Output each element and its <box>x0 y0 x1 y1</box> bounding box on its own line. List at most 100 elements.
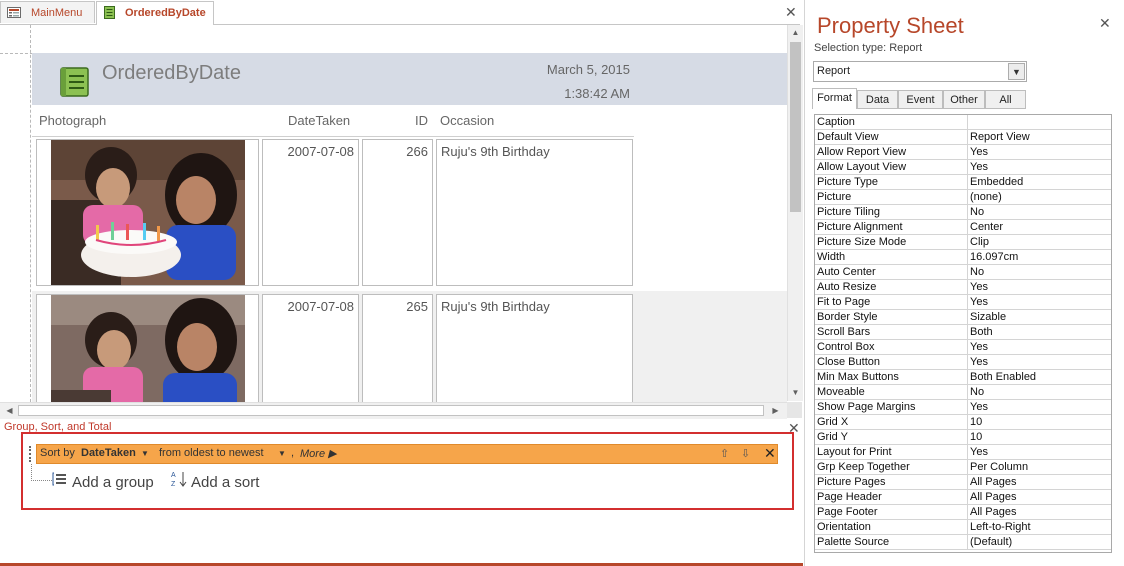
sort-order-dropdown[interactable]: from oldest to newest <box>159 447 264 459</box>
id-field[interactable]: 265 <box>362 294 433 402</box>
property-row[interactable]: Close Button Yes <box>815 355 1111 370</box>
photo-field[interactable] <box>36 294 259 402</box>
property-row[interactable]: Fit to Page Yes <box>815 295 1111 310</box>
drag-handle[interactable] <box>29 446 34 462</box>
horizontal-scroll-thumb[interactable] <box>18 405 764 416</box>
close-document-icon[interactable]: ✕ <box>785 5 797 19</box>
property-row[interactable]: Show Page Margins Yes <box>815 400 1111 415</box>
property-value[interactable]: Embedded <box>970 175 1023 189</box>
close-property-sheet-icon[interactable]: ✕ <box>1099 16 1111 30</box>
add-group-icon[interactable] <box>52 472 68 486</box>
property-value[interactable]: Center <box>970 220 1003 234</box>
sort-field-dropdown[interactable]: DateTaken <box>81 447 136 459</box>
property-value[interactable]: (Default) <box>970 535 1012 549</box>
tab-format[interactable]: Format <box>812 88 857 109</box>
property-row[interactable]: Grp Keep Together Per Column <box>815 460 1111 475</box>
property-value[interactable]: Clip <box>970 235 989 249</box>
property-value[interactable]: Yes <box>970 295 988 309</box>
occasion-field[interactable]: Ruju's 9th Birthday <box>436 294 633 402</box>
move-up-icon[interactable]: ⇧ <box>720 447 729 460</box>
date-field[interactable]: 2007-07-08 <box>262 294 359 402</box>
property-value[interactable]: Report View <box>970 130 1030 144</box>
property-value[interactable]: Yes <box>970 355 988 369</box>
property-row[interactable]: Page Header All Pages <box>815 490 1111 505</box>
property-value[interactable]: Yes <box>970 280 988 294</box>
property-value[interactable]: Yes <box>970 340 988 354</box>
property-value[interactable]: Yes <box>970 400 988 414</box>
vertical-scrollbar[interactable]: ▲ ▼ <box>787 25 803 401</box>
property-row[interactable]: Picture Alignment Center <box>815 220 1111 235</box>
scroll-down-icon[interactable]: ▼ <box>788 385 803 400</box>
photo-field[interactable] <box>36 139 259 286</box>
property-value[interactable]: All Pages <box>970 505 1016 519</box>
property-row[interactable]: Picture Tiling No <box>815 205 1111 220</box>
tab-data[interactable]: Data <box>857 90 898 109</box>
property-row[interactable]: Picture Pages All Pages <box>815 475 1111 490</box>
property-value[interactable]: Yes <box>970 445 988 459</box>
tab-orderedbydate[interactable]: OrderedByDate <box>96 1 214 25</box>
property-value[interactable]: Both Enabled <box>970 370 1036 384</box>
property-value[interactable]: Yes <box>970 145 988 159</box>
tab-all[interactable]: All <box>985 90 1026 109</box>
property-row[interactable]: Width 16.097cm <box>815 250 1111 265</box>
property-row[interactable]: Default View Report View <box>815 130 1111 145</box>
property-row[interactable]: Palette Source (Default) <box>815 535 1111 550</box>
property-row[interactable]: Auto Resize Yes <box>815 280 1111 295</box>
property-row[interactable]: Caption <box>815 115 1111 130</box>
property-value[interactable]: All Pages <box>970 490 1016 504</box>
tab-mainmenu[interactable]: MainMenu <box>0 1 95 23</box>
property-row[interactable]: Min Max Buttons Both Enabled <box>815 370 1111 385</box>
property-row[interactable]: Moveable No <box>815 385 1111 400</box>
occasion-field[interactable]: Ruju's 9th Birthday <box>436 139 633 286</box>
property-value[interactable]: No <box>970 265 984 279</box>
property-row[interactable]: Grid Y 10 <box>815 430 1111 445</box>
scroll-left-icon[interactable]: ◀ <box>2 403 17 418</box>
property-row[interactable]: Picture Size Mode Clip <box>815 235 1111 250</box>
more-options-link[interactable]: More ▶ <box>300 447 337 460</box>
property-row[interactable]: Allow Report View Yes <box>815 145 1111 160</box>
vertical-scroll-thumb[interactable] <box>790 42 801 212</box>
id-field[interactable]: 266 <box>362 139 433 286</box>
property-name: Close Button <box>817 356 880 368</box>
property-row[interactable]: Auto Center No <box>815 265 1111 280</box>
property-row[interactable]: Control Box Yes <box>815 340 1111 355</box>
tab-other[interactable]: Other <box>943 90 985 109</box>
property-row[interactable]: Scroll Bars Both <box>815 325 1111 340</box>
date-field[interactable]: 2007-07-08 <box>262 139 359 286</box>
property-row[interactable]: Orientation Left-to-Right <box>815 520 1111 535</box>
property-value[interactable]: Per Column <box>970 460 1028 474</box>
property-value[interactable]: 10 <box>970 415 982 429</box>
property-value[interactable]: Sizable <box>970 310 1006 324</box>
sort-field-chevron-down-icon[interactable]: ▼ <box>141 449 149 458</box>
property-value[interactable]: No <box>970 385 984 399</box>
chevron-down-icon[interactable]: ▼ <box>1008 63 1025 80</box>
property-value[interactable]: 16.097cm <box>970 250 1018 264</box>
add-sort-button[interactable]: Add a sort <box>191 474 259 491</box>
property-value[interactable]: 10 <box>970 430 982 444</box>
property-value[interactable]: Yes <box>970 160 988 174</box>
property-row[interactable]: Layout for Print Yes <box>815 445 1111 460</box>
property-value[interactable]: Left-to-Right <box>970 520 1031 534</box>
horizontal-scrollbar[interactable]: ◀ ▶ <box>0 402 787 419</box>
property-value[interactable]: (none) <box>970 190 1002 204</box>
property-row[interactable]: Picture Type Embedded <box>815 175 1111 190</box>
property-row[interactable]: Picture (none) <box>815 190 1111 205</box>
scroll-right-icon[interactable]: ▶ <box>768 403 783 418</box>
sort-level-bar[interactable]: Sort by DateTaken ▼ from oldest to newes… <box>29 444 778 464</box>
property-name: Orientation <box>817 521 871 533</box>
property-row[interactable]: Allow Layout View Yes <box>815 160 1111 175</box>
property-value[interactable]: All Pages <box>970 475 1016 489</box>
property-value[interactable]: Both <box>970 325 993 339</box>
property-row[interactable]: Page Footer All Pages <box>815 505 1111 520</box>
sort-order-chevron-down-icon[interactable]: ▼ <box>278 449 286 458</box>
add-group-button[interactable]: Add a group <box>72 474 154 491</box>
scroll-up-icon[interactable]: ▲ <box>788 25 803 40</box>
add-sort-icon[interactable]: A Z <box>171 470 187 488</box>
property-row[interactable]: Border Style Sizable <box>815 310 1111 325</box>
move-down-icon[interactable]: ⇩ <box>741 447 750 460</box>
delete-sort-icon[interactable]: ✕ <box>764 445 776 462</box>
property-value[interactable]: No <box>970 205 984 219</box>
tab-event[interactable]: Event <box>898 90 943 109</box>
property-row[interactable]: Grid X 10 <box>815 415 1111 430</box>
svg-text:A: A <box>171 472 176 479</box>
